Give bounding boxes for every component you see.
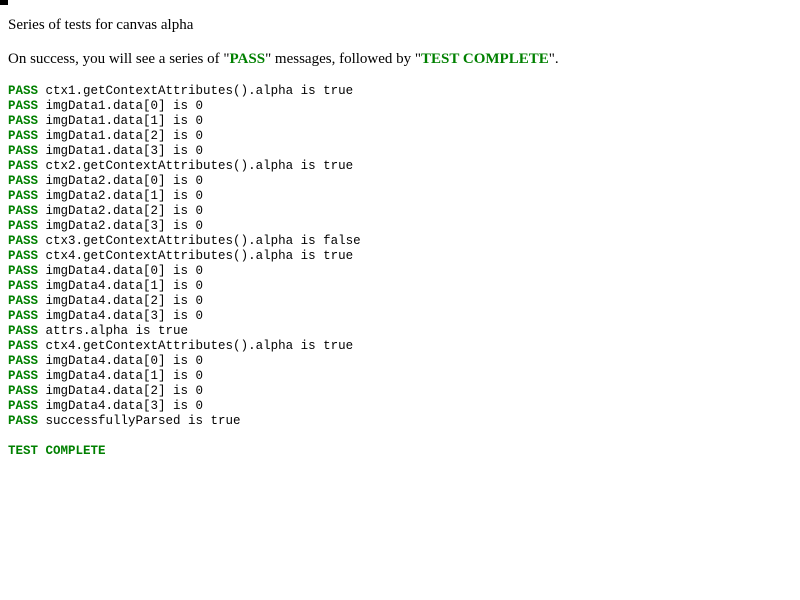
log-line: PASS attrs.alpha is true [8,324,788,339]
log-message: ctx2.getContextAttributes().alpha is tru… [45,159,354,173]
pass-label: PASS [8,309,39,323]
log-message: imgData4.data[2] is 0 [45,294,204,308]
pass-label: PASS [8,384,39,398]
description-prefix: On success, you will see a series of " [8,51,230,67]
log-message: imgData4.data[1] is 0 [45,369,204,383]
pass-label: PASS [8,414,39,428]
log-line: PASS imgData4.data[1] is 0 [8,369,788,384]
log-line: PASS imgData2.data[3] is 0 [8,219,788,234]
log-line: PASS imgData4.data[0] is 0 [8,354,788,369]
pass-label: PASS [8,159,39,173]
log-message: imgData4.data[1] is 0 [45,279,204,293]
log-message: imgData2.data[3] is 0 [45,219,204,233]
log-message: imgData4.data[3] is 0 [45,309,204,323]
log-line: PASS ctx2.getContextAttributes().alpha i… [8,159,788,174]
log-message: imgData1.data[3] is 0 [45,144,204,158]
page-title: Series of tests for canvas alpha [8,17,194,33]
pass-label: PASS [8,234,39,248]
log-line: PASS ctx3.getContextAttributes().alpha i… [8,234,788,249]
pass-label: PASS [8,399,39,413]
description-middle: " messages, followed by " [265,51,422,67]
log-line: PASS imgData2.data[2] is 0 [8,204,788,219]
pass-label: PASS [8,264,39,278]
pass-label: PASS [8,279,39,293]
log-line: PASS imgData2.data[0] is 0 [8,174,788,189]
log-message: attrs.alpha is true [45,324,189,338]
log-message: imgData2.data[0] is 0 [45,174,204,188]
pass-label: PASS [8,84,39,98]
log-line: PASS ctx4.getContextAttributes().alpha i… [8,339,788,354]
description-suffix: ". [548,51,559,67]
log-line: PASS ctx4.getContextAttributes().alpha i… [8,249,788,264]
log-message: imgData4.data[3] is 0 [45,399,204,413]
log-message: ctx4.getContextAttributes().alpha is tru… [45,249,354,263]
log-message: imgData1.data[2] is 0 [45,129,204,143]
console-output: PASS ctx1.getContextAttributes().alpha i… [8,84,788,429]
log-line: PASS imgData4.data[1] is 0 [8,279,788,294]
description-pass-word: PASS [229,51,266,67]
pass-label: PASS [8,249,39,263]
canvas-element [0,0,8,5]
log-message: imgData1.data[1] is 0 [45,114,204,128]
test-complete-message: TEST COMPLETE [8,444,106,458]
test-page: Series of tests for canvas alpha On succ… [8,16,788,459]
log-line: PASS imgData1.data[3] is 0 [8,144,788,159]
log-line: PASS ctx1.getContextAttributes().alpha i… [8,84,788,99]
pass-label: PASS [8,114,39,128]
description-complete-word: TEST COMPLETE [421,51,549,67]
log-message: imgData2.data[1] is 0 [45,189,204,203]
log-line: PASS successfullyParsed is true [8,414,788,429]
pass-label: PASS [8,219,39,233]
pass-label: PASS [8,174,39,188]
log-message: successfullyParsed is true [45,414,241,428]
pass-label: PASS [8,129,39,143]
log-message: ctx1.getContextAttributes().alpha is tru… [45,84,354,98]
pass-label: PASS [8,354,39,368]
pass-label: PASS [8,294,39,308]
pass-label: PASS [8,189,39,203]
log-message: imgData4.data[2] is 0 [45,384,204,398]
description: On success, you will see a series of "PA… [8,50,788,68]
log-message: ctx4.getContextAttributes().alpha is tru… [45,339,354,353]
log-message: ctx3.getContextAttributes().alpha is fal… [45,234,361,248]
log-line: PASS imgData1.data[1] is 0 [8,114,788,129]
log-line: PASS imgData1.data[2] is 0 [8,129,788,144]
pass-label: PASS [8,324,39,338]
log-line: PASS imgData1.data[0] is 0 [8,99,788,114]
pass-label: PASS [8,144,39,158]
log-message: imgData4.data[0] is 0 [45,354,204,368]
log-message: imgData1.data[0] is 0 [45,99,204,113]
log-line: PASS imgData4.data[2] is 0 [8,294,788,309]
pass-label: PASS [8,204,39,218]
pass-label: PASS [8,99,39,113]
log-line: PASS imgData4.data[2] is 0 [8,384,788,399]
log-message: imgData2.data[2] is 0 [45,204,204,218]
log-line: PASS imgData4.data[3] is 0 [8,399,788,414]
log-line: PASS imgData4.data[0] is 0 [8,264,788,279]
log-line: PASS imgData2.data[1] is 0 [8,189,788,204]
log-line: PASS imgData4.data[3] is 0 [8,309,788,324]
pass-label: PASS [8,369,39,383]
pass-label: PASS [8,339,39,353]
log-message: imgData4.data[0] is 0 [45,264,204,278]
